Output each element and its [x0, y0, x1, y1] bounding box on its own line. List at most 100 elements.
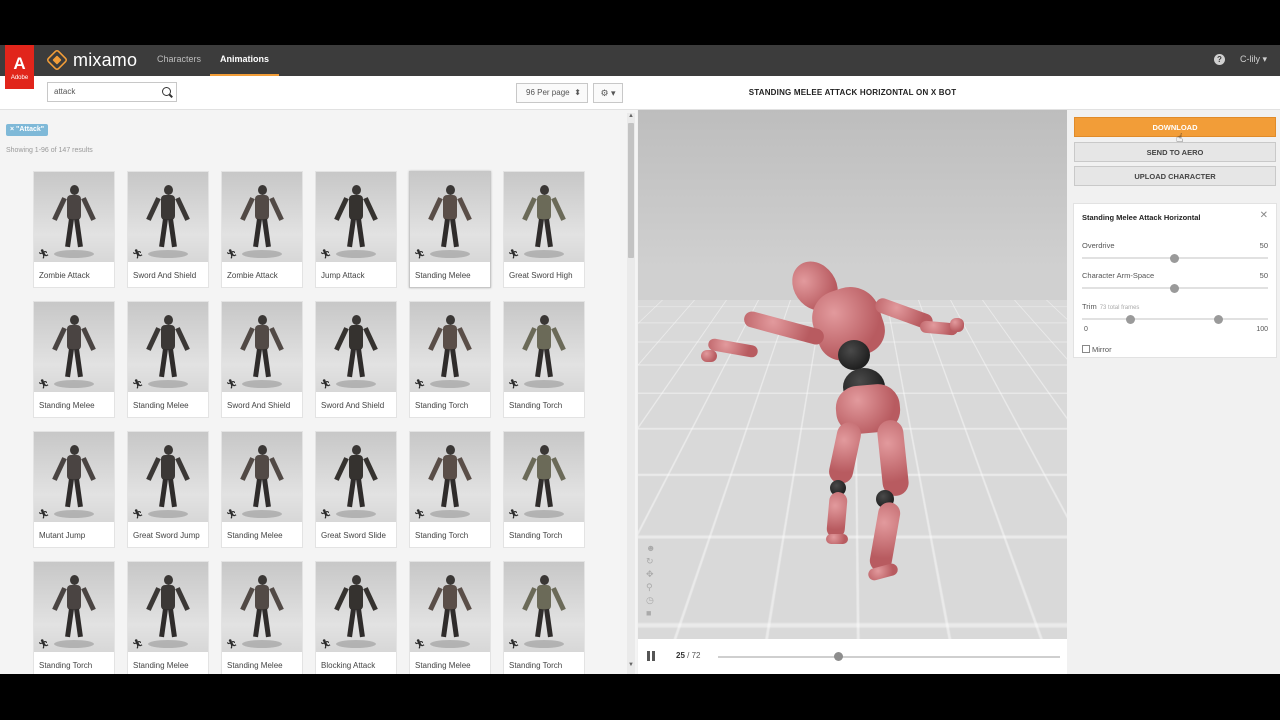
- send-to-aero-button[interactable]: SEND TO AERO: [1074, 142, 1276, 162]
- thumbnail-shadow: [54, 380, 94, 388]
- character-figure: [334, 315, 378, 379]
- animation-card[interactable]: 🏃︎ Standing Melee: [33, 301, 115, 418]
- animation-card[interactable]: 🏃︎ Great Sword High: [503, 171, 585, 288]
- browser-scrollbar[interactable]: ▲ ▼: [627, 113, 635, 674]
- animation-card[interactable]: 🏃︎ Blocking Attack: [315, 561, 397, 674]
- animation-card[interactable]: 🏃︎ Standing Torch: [503, 561, 585, 674]
- search-tag-attack[interactable]: × "Attack": [6, 124, 49, 136]
- pause-icon[interactable]: [647, 651, 656, 661]
- adobe-logo[interactable]: A Adobe: [5, 45, 34, 89]
- upload-character-button[interactable]: UPLOAD CHARACTER: [1074, 166, 1276, 186]
- character-figure: [52, 445, 96, 509]
- overdrive-slider-knob[interactable]: [1170, 253, 1179, 263]
- camera-icon[interactable]: ■: [646, 608, 656, 618]
- settings-dropdown-button[interactable]: ⚙ ▾: [593, 83, 623, 103]
- thumbnail-shadow: [54, 640, 94, 648]
- timeline-knob[interactable]: [834, 652, 843, 661]
- animation-card[interactable]: 🏃︎ Sword And Shield: [127, 171, 209, 288]
- in-place-icon: 🏃︎: [132, 509, 144, 519]
- in-place-icon: 🏃︎: [38, 379, 50, 389]
- user-menu[interactable]: C-lily ▾: [1240, 54, 1267, 65]
- in-place-icon: 🏃︎: [508, 509, 520, 519]
- animation-card-label: Standing Torch: [415, 531, 469, 540]
- animation-card[interactable]: 🏃︎ Standing Melee: [409, 171, 491, 288]
- rotate-icon[interactable]: ↻: [646, 556, 656, 566]
- checkbox-icon[interactable]: [1082, 345, 1090, 353]
- search-icon[interactable]: [162, 87, 171, 96]
- animation-card-label: Standing Melee: [415, 661, 471, 670]
- mirror-label: Mirror: [1092, 345, 1112, 354]
- bot-left-shin: [826, 491, 848, 539]
- thumbnail-shadow: [524, 380, 564, 388]
- per-page-value: 96 Per page: [526, 88, 570, 97]
- trim-end-knob[interactable]: [1214, 314, 1223, 324]
- bot-abdomen: [838, 340, 870, 370]
- tab-characters[interactable]: Characters: [147, 45, 211, 76]
- animation-card[interactable]: 🏃︎ Zombie Attack: [221, 171, 303, 288]
- reset-view-icon[interactable]: ◷: [646, 595, 656, 605]
- download-button[interactable]: DOWNLOAD: [1074, 117, 1276, 137]
- animation-card[interactable]: 🏃︎ Standing Torch: [503, 431, 585, 548]
- thumbnail-shadow: [430, 380, 470, 388]
- trim-label-text: Trim: [1082, 302, 1097, 311]
- thumbnail-shadow: [524, 250, 564, 258]
- 3d-viewport[interactable]: [638, 110, 1067, 639]
- animation-card[interactable]: 🏃︎ Sword And Shield: [221, 301, 303, 418]
- animation-card[interactable]: 🏃︎ Great Sword Slide: [315, 431, 397, 548]
- adobe-logo-icon: A: [13, 54, 26, 73]
- help-icon[interactable]: ?: [1214, 54, 1225, 65]
- animation-card[interactable]: 🏃︎ Zombie Attack: [33, 171, 115, 288]
- trim-start-knob[interactable]: [1126, 314, 1135, 324]
- animation-thumbnail: 🏃︎: [316, 562, 396, 652]
- arm-space-slider-knob[interactable]: [1170, 283, 1179, 293]
- animation-card[interactable]: 🏃︎ Standing Torch: [409, 431, 491, 548]
- animation-card[interactable]: 🏃︎ Standing Melee: [409, 561, 491, 674]
- character-figure: [240, 575, 284, 639]
- close-icon[interactable]: ✕: [1260, 210, 1268, 221]
- thumbnail-shadow: [148, 380, 188, 388]
- animation-card[interactable]: 🏃︎ Standing Torch: [503, 301, 585, 418]
- search-box[interactable]: [47, 82, 177, 102]
- animation-card[interactable]: 🏃︎ Standing Melee: [221, 431, 303, 548]
- animation-thumbnail: 🏃︎: [34, 302, 114, 392]
- scrollbar-thumb[interactable]: [628, 123, 634, 258]
- trim-min: 0: [1084, 326, 1088, 333]
- animation-card[interactable]: 🏃︎ Standing Melee: [221, 561, 303, 674]
- animation-card[interactable]: 🏃︎ Great Sword Jump: [127, 431, 209, 548]
- character-figure: [334, 185, 378, 249]
- tab-animations[interactable]: Animations: [210, 45, 280, 76]
- trim-slider[interactable]: [1082, 314, 1268, 324]
- pan-icon[interactable]: ✥: [646, 569, 656, 579]
- animation-card-label: Sword And Shield: [227, 401, 291, 410]
- search-input[interactable]: [54, 87, 154, 96]
- animation-card-label: Standing Melee: [133, 661, 189, 670]
- arm-space-slider[interactable]: [1082, 283, 1268, 293]
- chevron-down-icon: ⬍: [574, 88, 581, 97]
- adobe-logo-text: Adobe: [10, 75, 29, 81]
- character-figure: [522, 185, 566, 249]
- animation-card[interactable]: 🏃︎ Standing Torch: [33, 561, 115, 674]
- animation-card[interactable]: 🏃︎ Jump Attack: [315, 171, 397, 288]
- animation-card[interactable]: 🏃︎ Sword And Shield: [315, 301, 397, 418]
- mixamo-brand[interactable]: mixamo: [45, 48, 137, 72]
- animation-card[interactable]: 🏃︎ Standing Melee: [127, 301, 209, 418]
- thumbnail-shadow: [242, 380, 282, 388]
- timeline-slider[interactable]: [718, 652, 1060, 661]
- scroll-down-icon[interactable]: ▼: [628, 662, 634, 668]
- animation-thumbnail: 🏃︎: [128, 172, 208, 262]
- in-place-icon: 🏃︎: [320, 379, 332, 389]
- scroll-up-icon[interactable]: ▲: [628, 113, 634, 119]
- in-place-icon: 🏃︎: [508, 249, 520, 259]
- character-figure: [146, 445, 190, 509]
- animation-card[interactable]: 🏃︎ Standing Melee: [127, 561, 209, 674]
- zoom-icon[interactable]: ⚲: [646, 582, 656, 592]
- animation-card[interactable]: 🏃︎ Mutant Jump: [33, 431, 115, 548]
- skeleton-icon[interactable]: ☻: [646, 543, 656, 553]
- overdrive-slider[interactable]: [1082, 253, 1268, 263]
- mirror-checkbox[interactable]: Mirror: [1082, 345, 1112, 354]
- per-page-select[interactable]: 96 Per page ⬍: [516, 83, 588, 103]
- animation-card-label: Mutant Jump: [39, 531, 86, 540]
- in-place-icon: 🏃︎: [414, 379, 426, 389]
- animation-card[interactable]: 🏃︎ Standing Torch: [409, 301, 491, 418]
- animation-thumbnail: 🏃︎: [316, 172, 396, 262]
